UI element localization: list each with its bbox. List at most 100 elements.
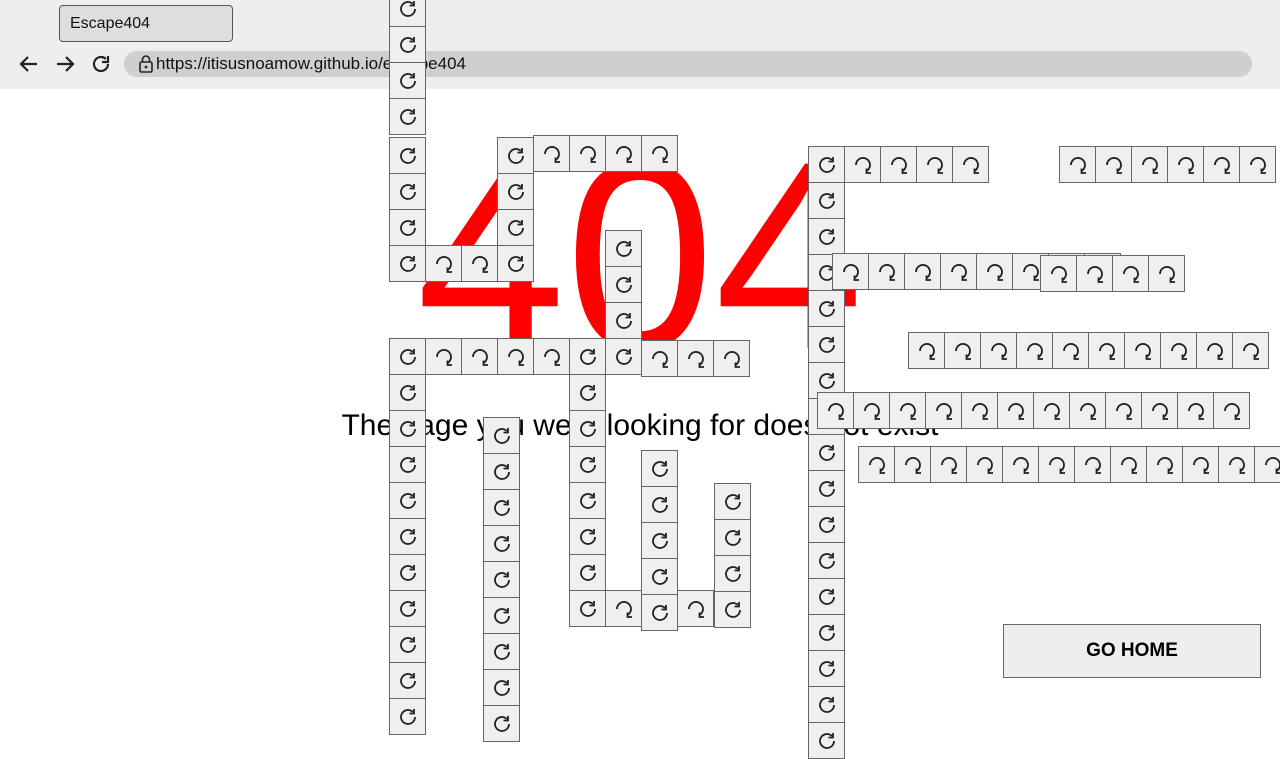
rotate-tile[interactable]	[1232, 332, 1269, 369]
rotate-tile[interactable]	[1218, 446, 1255, 483]
rotate-tile[interactable]	[497, 173, 534, 210]
rotate-tile[interactable]	[1146, 446, 1183, 483]
rotate-tile[interactable]	[461, 338, 498, 375]
rotate-tile[interactable]	[925, 392, 962, 429]
rotate-tile[interactable]	[1016, 332, 1053, 369]
rotate-tile[interactable]	[1148, 255, 1185, 292]
rotate-tile[interactable]	[714, 483, 751, 520]
rotate-tile[interactable]	[569, 338, 606, 375]
rotate-tile[interactable]	[569, 554, 606, 591]
rotate-tile[interactable]	[1203, 146, 1240, 183]
rotate-tile[interactable]	[569, 135, 606, 172]
rotate-tile[interactable]	[389, 590, 426, 627]
rotate-tile[interactable]	[714, 591, 751, 628]
rotate-tile[interactable]	[1002, 446, 1039, 483]
rotate-tile[interactable]	[641, 135, 678, 172]
rotate-tile[interactable]	[916, 146, 953, 183]
go-home-button[interactable]: GO HOME	[1003, 624, 1261, 678]
rotate-tile[interactable]	[908, 332, 945, 369]
rotate-tile[interactable]	[389, 0, 426, 27]
rotate-tile[interactable]	[1052, 332, 1089, 369]
rotate-tile[interactable]	[483, 561, 520, 598]
rotate-tile[interactable]	[817, 392, 854, 429]
rotate-tile[interactable]	[497, 338, 534, 375]
rotate-tile[interactable]	[1213, 392, 1250, 429]
rotate-tile[interactable]	[868, 253, 905, 290]
rotate-tile[interactable]	[605, 135, 642, 172]
rotate-tile[interactable]	[1069, 392, 1106, 429]
rotate-tile[interactable]	[844, 146, 881, 183]
rotate-tile[interactable]	[1038, 446, 1075, 483]
rotate-tile[interactable]	[808, 722, 845, 759]
rotate-tile[interactable]	[389, 410, 426, 447]
rotate-tile[interactable]	[641, 594, 678, 631]
rotate-tile[interactable]	[389, 245, 426, 282]
rotate-tile[interactable]	[808, 650, 845, 687]
rotate-tile[interactable]	[497, 245, 534, 282]
rotate-tile[interactable]	[944, 332, 981, 369]
rotate-tile[interactable]	[677, 340, 714, 377]
rotate-tile[interactable]	[605, 590, 642, 627]
rotate-tile[interactable]	[808, 506, 845, 543]
rotate-tile[interactable]	[808, 218, 845, 255]
rotate-tile[interactable]	[961, 392, 998, 429]
rotate-tile[interactable]	[1040, 255, 1077, 292]
rotate-tile[interactable]	[389, 173, 426, 210]
rotate-tile[interactable]	[569, 590, 606, 627]
rotate-tile[interactable]	[808, 470, 845, 507]
rotate-tile[interactable]	[389, 518, 426, 555]
rotate-tile[interactable]	[461, 245, 498, 282]
rotate-tile[interactable]	[1196, 332, 1233, 369]
arrow-left-icon[interactable]	[16, 51, 42, 77]
rotate-tile[interactable]	[1177, 392, 1214, 429]
rotate-tile[interactable]	[808, 614, 845, 651]
arrow-right-icon[interactable]	[52, 51, 78, 77]
rotate-tile[interactable]	[930, 446, 967, 483]
rotate-tile[interactable]	[605, 302, 642, 339]
rotate-tile[interactable]	[1131, 146, 1168, 183]
rotate-tile[interactable]	[1254, 446, 1280, 483]
rotate-tile[interactable]	[483, 633, 520, 670]
rotate-tile[interactable]	[569, 446, 606, 483]
rotate-tile[interactable]	[569, 374, 606, 411]
rotate-tile[interactable]	[483, 597, 520, 634]
rotate-tile[interactable]	[389, 209, 426, 246]
rotate-tile[interactable]	[880, 146, 917, 183]
rotate-tile[interactable]	[894, 446, 931, 483]
rotate-tile[interactable]	[1076, 255, 1113, 292]
rotate-tile[interactable]	[714, 555, 751, 592]
rotate-tile[interactable]	[1141, 392, 1178, 429]
rotate-tile[interactable]	[808, 434, 845, 471]
rotate-tile[interactable]	[483, 417, 520, 454]
rotate-tile[interactable]	[389, 98, 426, 135]
rotate-tile[interactable]	[389, 482, 426, 519]
rotate-tile[interactable]	[858, 446, 895, 483]
rotate-tile[interactable]	[808, 686, 845, 723]
rotate-tile[interactable]	[1110, 446, 1147, 483]
rotate-tile[interactable]	[1088, 332, 1125, 369]
rotate-tile[interactable]	[605, 230, 642, 267]
rotate-tile[interactable]	[1124, 332, 1161, 369]
rotate-tile[interactable]	[389, 554, 426, 591]
rotate-tile[interactable]	[389, 662, 426, 699]
rotate-tile[interactable]	[1239, 146, 1276, 183]
rotate-tile[interactable]	[389, 626, 426, 663]
rotate-tile[interactable]	[853, 392, 890, 429]
rotate-tile[interactable]	[389, 26, 426, 63]
rotate-tile[interactable]	[1112, 255, 1149, 292]
rotate-tile[interactable]	[641, 340, 678, 377]
rotate-tile[interactable]	[808, 578, 845, 615]
rotate-tile[interactable]	[569, 482, 606, 519]
rotate-tile[interactable]	[641, 486, 678, 523]
rotate-tile[interactable]	[389, 137, 426, 174]
rotate-tile[interactable]	[1033, 392, 1070, 429]
rotate-tile[interactable]	[483, 669, 520, 706]
rotate-tile[interactable]	[1074, 446, 1111, 483]
rotate-tile[interactable]	[389, 374, 426, 411]
rotate-tile[interactable]	[605, 266, 642, 303]
rotate-tile[interactable]	[425, 338, 462, 375]
tab-escape404[interactable]: Escape404	[59, 5, 233, 42]
rotate-tile[interactable]	[641, 450, 678, 487]
rotate-tile[interactable]	[966, 446, 1003, 483]
rotate-tile[interactable]	[904, 253, 941, 290]
